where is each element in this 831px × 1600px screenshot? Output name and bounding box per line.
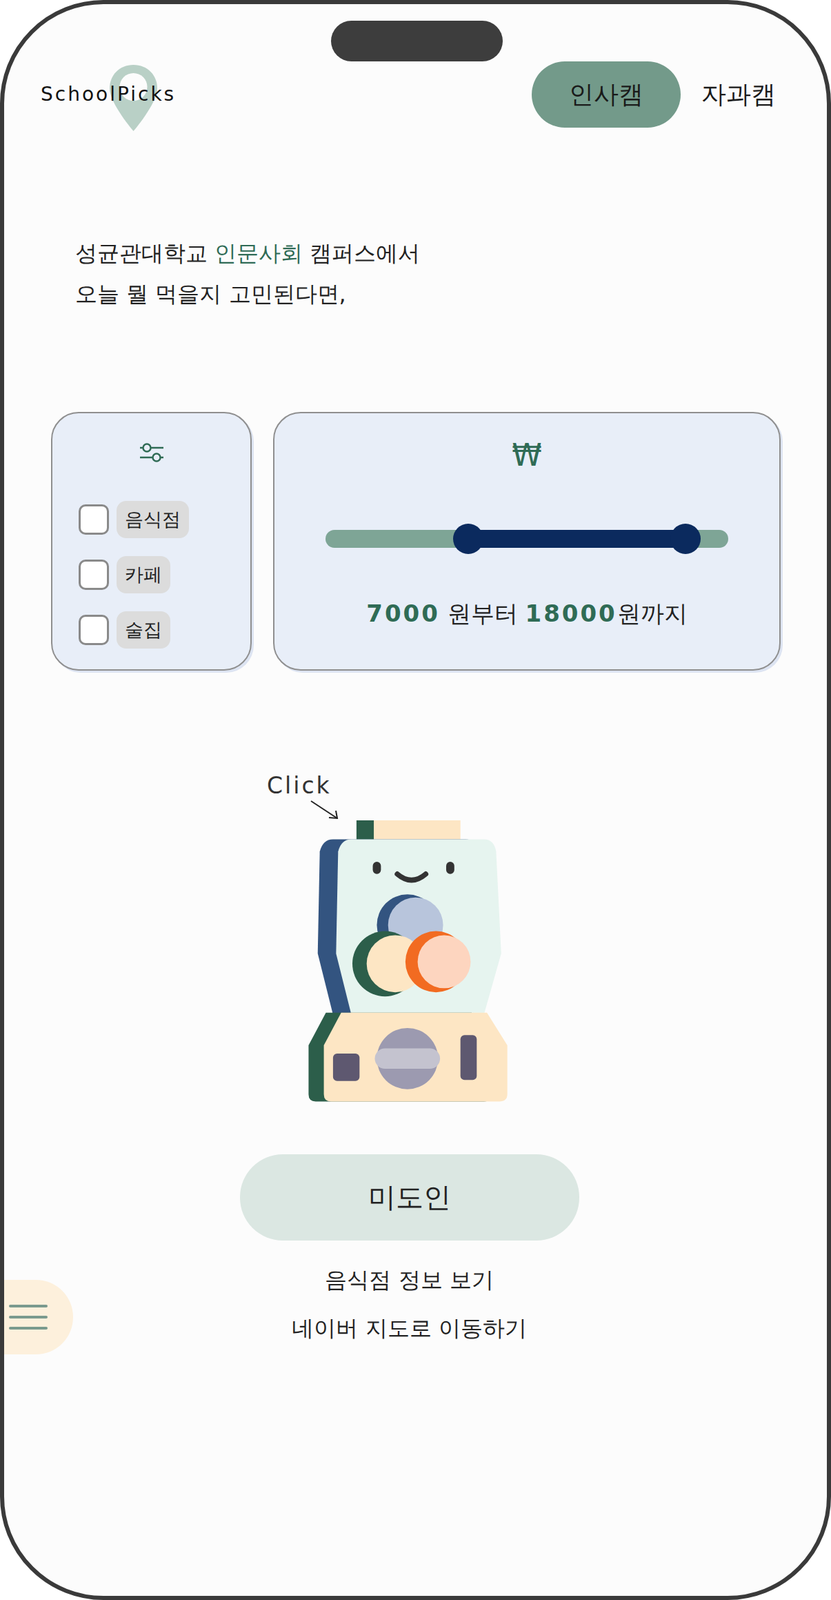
campus-tab[interactable]: 자과캠 [697, 61, 780, 128]
category-option[interactable]: 카페 [78, 555, 251, 594]
result-link[interactable]: 네이버 지도로 이동하기 [291, 1303, 527, 1352]
filter-row: 음식점카페술집₩7000 원부터 18000원까지 [4, 411, 827, 671]
campus-highlight: 인문사회 [214, 239, 303, 267]
slider-fill [468, 529, 686, 548]
category-label: 음식점 [116, 500, 189, 538]
click-hint: Click [266, 771, 332, 800]
result-button[interactable]: 미도인 [239, 1153, 580, 1240]
gacha-machine-icon[interactable] [305, 819, 515, 1116]
slider-thumb-min[interactable] [453, 523, 484, 554]
logo-text: SchoolPicks [40, 80, 176, 109]
header: SchoolPicks 인사캠자과캠 [4, 61, 827, 128]
heading: 성균관대학교 인문사회 캠퍼스에서오늘 뭘 먹을지 고민된다면, [4, 233, 827, 315]
slider-thumb-max[interactable] [670, 523, 701, 554]
arrow-icon [308, 799, 342, 820]
phone-frame: SchoolPicks 인사캠자과캠성균관대학교 인문사회 캠퍼스에서오늘 뭘 먹… [0, 0, 831, 1600]
logo[interactable]: SchoolPicks [40, 80, 176, 109]
result-link[interactable]: 음식점 정보 보기 [324, 1255, 494, 1304]
filter-icon [138, 439, 165, 466]
menu-button[interactable] [4, 1279, 74, 1354]
checkbox[interactable] [78, 559, 109, 590]
menu-icon [8, 1301, 48, 1332]
category-label: 술집 [116, 611, 171, 649]
gacha-area: Click [266, 771, 523, 1116]
price-card: ₩7000 원부터 18000원까지 [273, 411, 781, 671]
checkbox[interactable] [78, 504, 109, 535]
currency-icon: ₩ [511, 434, 543, 476]
category-option[interactable]: 술집 [78, 611, 251, 649]
category-option[interactable]: 음식점 [78, 500, 251, 538]
category-card: 음식점카페술집 [51, 411, 252, 671]
category-label: 카페 [116, 555, 171, 594]
price-range-text: 7000 원부터 18000원까지 [366, 595, 688, 631]
price-slider[interactable] [325, 529, 729, 548]
campus-tabs: 인사캠자과캠 [531, 61, 780, 128]
campus-tab[interactable]: 인사캠 [531, 61, 681, 128]
checkbox[interactable] [78, 614, 109, 645]
notch [331, 20, 503, 62]
result-links: 음식점 정보 보기네이버 지도로 이동하기 [0, 1255, 821, 1352]
